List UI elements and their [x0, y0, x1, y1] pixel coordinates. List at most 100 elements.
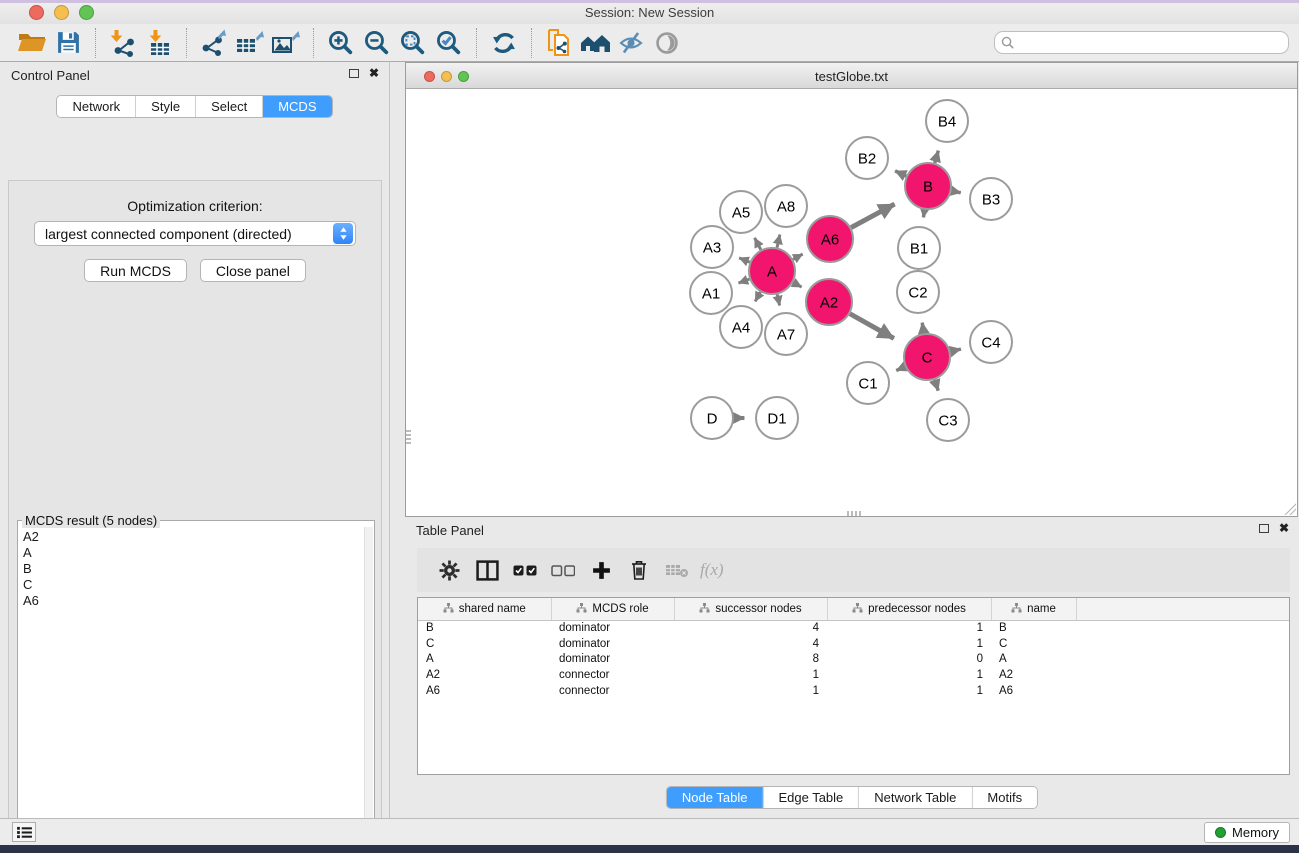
edge-A2-C[interactable] [850, 314, 894, 339]
table-row[interactable]: Bdominator41B [418, 620, 1289, 636]
edge-B-B4[interactable] [935, 151, 939, 163]
resize-handle-icon[interactable] [1283, 502, 1296, 515]
column-header-shared-name[interactable]: shared name [418, 598, 551, 620]
table-cell[interactable]: A6 [991, 683, 1076, 699]
tab-style[interactable]: Style [135, 96, 195, 117]
table-cell[interactable]: 1 [827, 683, 991, 699]
graph-node-D[interactable]: D [691, 397, 733, 439]
result-scrollbar[interactable] [364, 527, 373, 853]
table-row[interactable]: A2connector11A2 [418, 667, 1289, 683]
edge-C-C2[interactable] [922, 323, 923, 334]
edge-A-A7[interactable] [777, 294, 779, 305]
mcds-result-list[interactable]: A2ABCA6 [20, 529, 363, 853]
network-window-titlebar[interactable]: testGlobe.txt [406, 63, 1297, 89]
task-history-button[interactable] [12, 822, 36, 842]
export-table-icon[interactable] [232, 27, 268, 59]
deselect-all-checkboxes-icon[interactable] [544, 553, 582, 587]
graph-node-A3[interactable]: A3 [691, 226, 733, 268]
run-mcds-button[interactable]: Run MCDS [84, 259, 187, 282]
zoom-out-icon[interactable] [359, 27, 395, 59]
save-session-icon[interactable] [50, 27, 86, 59]
refresh-icon[interactable] [486, 27, 522, 59]
splitter-grip[interactable] [847, 511, 863, 516]
edge-C-C3[interactable] [935, 380, 939, 391]
float-panel-icon[interactable] [349, 69, 359, 78]
home-icon[interactable] [577, 27, 613, 59]
table-cell[interactable]: 1 [674, 667, 827, 683]
table-cell[interactable]: A2 [991, 667, 1076, 683]
table-cell[interactable]: 0 [827, 651, 991, 667]
export-image-icon[interactable] [268, 27, 304, 59]
table-cell[interactable]: dominator [551, 636, 674, 652]
zoom-selected-icon[interactable] [431, 27, 467, 59]
graph-node-A1[interactable]: A1 [690, 272, 732, 314]
tab-network[interactable]: Network [57, 96, 135, 117]
column-header-predecessor-nodes[interactable]: predecessor nodes [827, 598, 991, 620]
table-cell[interactable]: C [991, 636, 1076, 652]
graph-node-C2[interactable]: C2 [897, 271, 939, 313]
edge-A-A6[interactable] [793, 254, 803, 259]
graph-node-C4[interactable]: C4 [970, 321, 1012, 363]
split-panel-icon[interactable] [468, 553, 506, 587]
table-cell[interactable]: B [991, 620, 1076, 636]
graph-node-A[interactable]: A [749, 248, 795, 294]
network-canvas[interactable]: B4B2BB3B1A6A5A8A3AA1A4A7A2C2C4CC1C3DD1 [406, 89, 1297, 516]
graph-node-A4[interactable]: A4 [720, 306, 762, 348]
table-cell[interactable]: 4 [674, 620, 827, 636]
copy-current-network-icon[interactable] [541, 27, 577, 59]
table-cell[interactable]: 1 [827, 620, 991, 636]
tab-motifs[interactable]: Motifs [971, 787, 1037, 808]
graph-node-C[interactable]: C [904, 334, 950, 380]
table-cell[interactable]: 1 [674, 683, 827, 699]
zoom-in-icon[interactable] [323, 27, 359, 59]
import-network-icon[interactable] [105, 27, 141, 59]
table-cell[interactable]: A2 [418, 667, 551, 683]
tab-edge-table[interactable]: Edge Table [762, 787, 858, 808]
edge-C-C4[interactable] [950, 349, 961, 351]
tab-node-table[interactable]: Node Table [667, 787, 763, 808]
open-session-icon[interactable] [14, 27, 50, 59]
table-cell[interactable]: C [418, 636, 551, 652]
graph-node-B3[interactable]: B3 [970, 178, 1012, 220]
graph-node-B4[interactable]: B4 [926, 100, 968, 142]
edge-B-B3[interactable] [952, 191, 961, 193]
criterion-dropdown[interactable]: largest connected component (directed) [34, 221, 356, 246]
export-network-icon[interactable] [196, 27, 232, 59]
table-cell[interactable]: dominator [551, 620, 674, 636]
memory-button[interactable]: Memory [1204, 822, 1290, 843]
graph-node-C3[interactable]: C3 [927, 399, 969, 441]
column-header-name[interactable]: name [991, 598, 1076, 620]
table-cell[interactable]: B [418, 620, 551, 636]
search-input[interactable] [1018, 36, 1288, 50]
zoom-fit-icon[interactable] [395, 27, 431, 59]
column-header-successor-nodes[interactable]: successor nodes [674, 598, 827, 620]
table-cell[interactable]: connector [551, 667, 674, 683]
edge-B-B1[interactable] [923, 210, 924, 218]
close-panel-icon[interactable]: ✖ [1279, 523, 1289, 533]
graph-node-A2[interactable]: A2 [806, 279, 852, 325]
table-cell[interactable]: A6 [418, 683, 551, 699]
tab-mcds[interactable]: MCDS [262, 96, 331, 117]
edge-A6-B[interactable] [851, 204, 894, 228]
table-cell[interactable]: connector [551, 683, 674, 699]
table-cell[interactable]: 1 [827, 667, 991, 683]
table-settings-icon[interactable] [430, 553, 468, 587]
graph-node-D1[interactable]: D1 [756, 397, 798, 439]
edge-A-A8[interactable] [777, 235, 780, 248]
tab-network-table[interactable]: Network Table [858, 787, 971, 808]
close-panel-button[interactable]: Close panel [200, 259, 306, 282]
graph-node-A8[interactable]: A8 [765, 185, 807, 227]
import-table-icon[interactable] [141, 27, 177, 59]
hide-selected-icon[interactable] [613, 27, 649, 59]
close-panel-icon[interactable]: ✖ [369, 68, 379, 78]
splitter-grip[interactable] [406, 430, 411, 446]
column-header-MCDS-role[interactable]: MCDS role [551, 598, 674, 620]
float-panel-icon[interactable] [1259, 524, 1269, 533]
graph-node-B[interactable]: B [905, 163, 951, 209]
edge-A-A3[interactable] [739, 258, 750, 262]
table-cell[interactable]: 8 [674, 651, 827, 667]
table-cell[interactable]: 1 [827, 636, 991, 652]
table-cell[interactable]: dominator [551, 651, 674, 667]
add-column-icon[interactable] [582, 553, 620, 587]
graph-node-A6[interactable]: A6 [807, 216, 853, 262]
